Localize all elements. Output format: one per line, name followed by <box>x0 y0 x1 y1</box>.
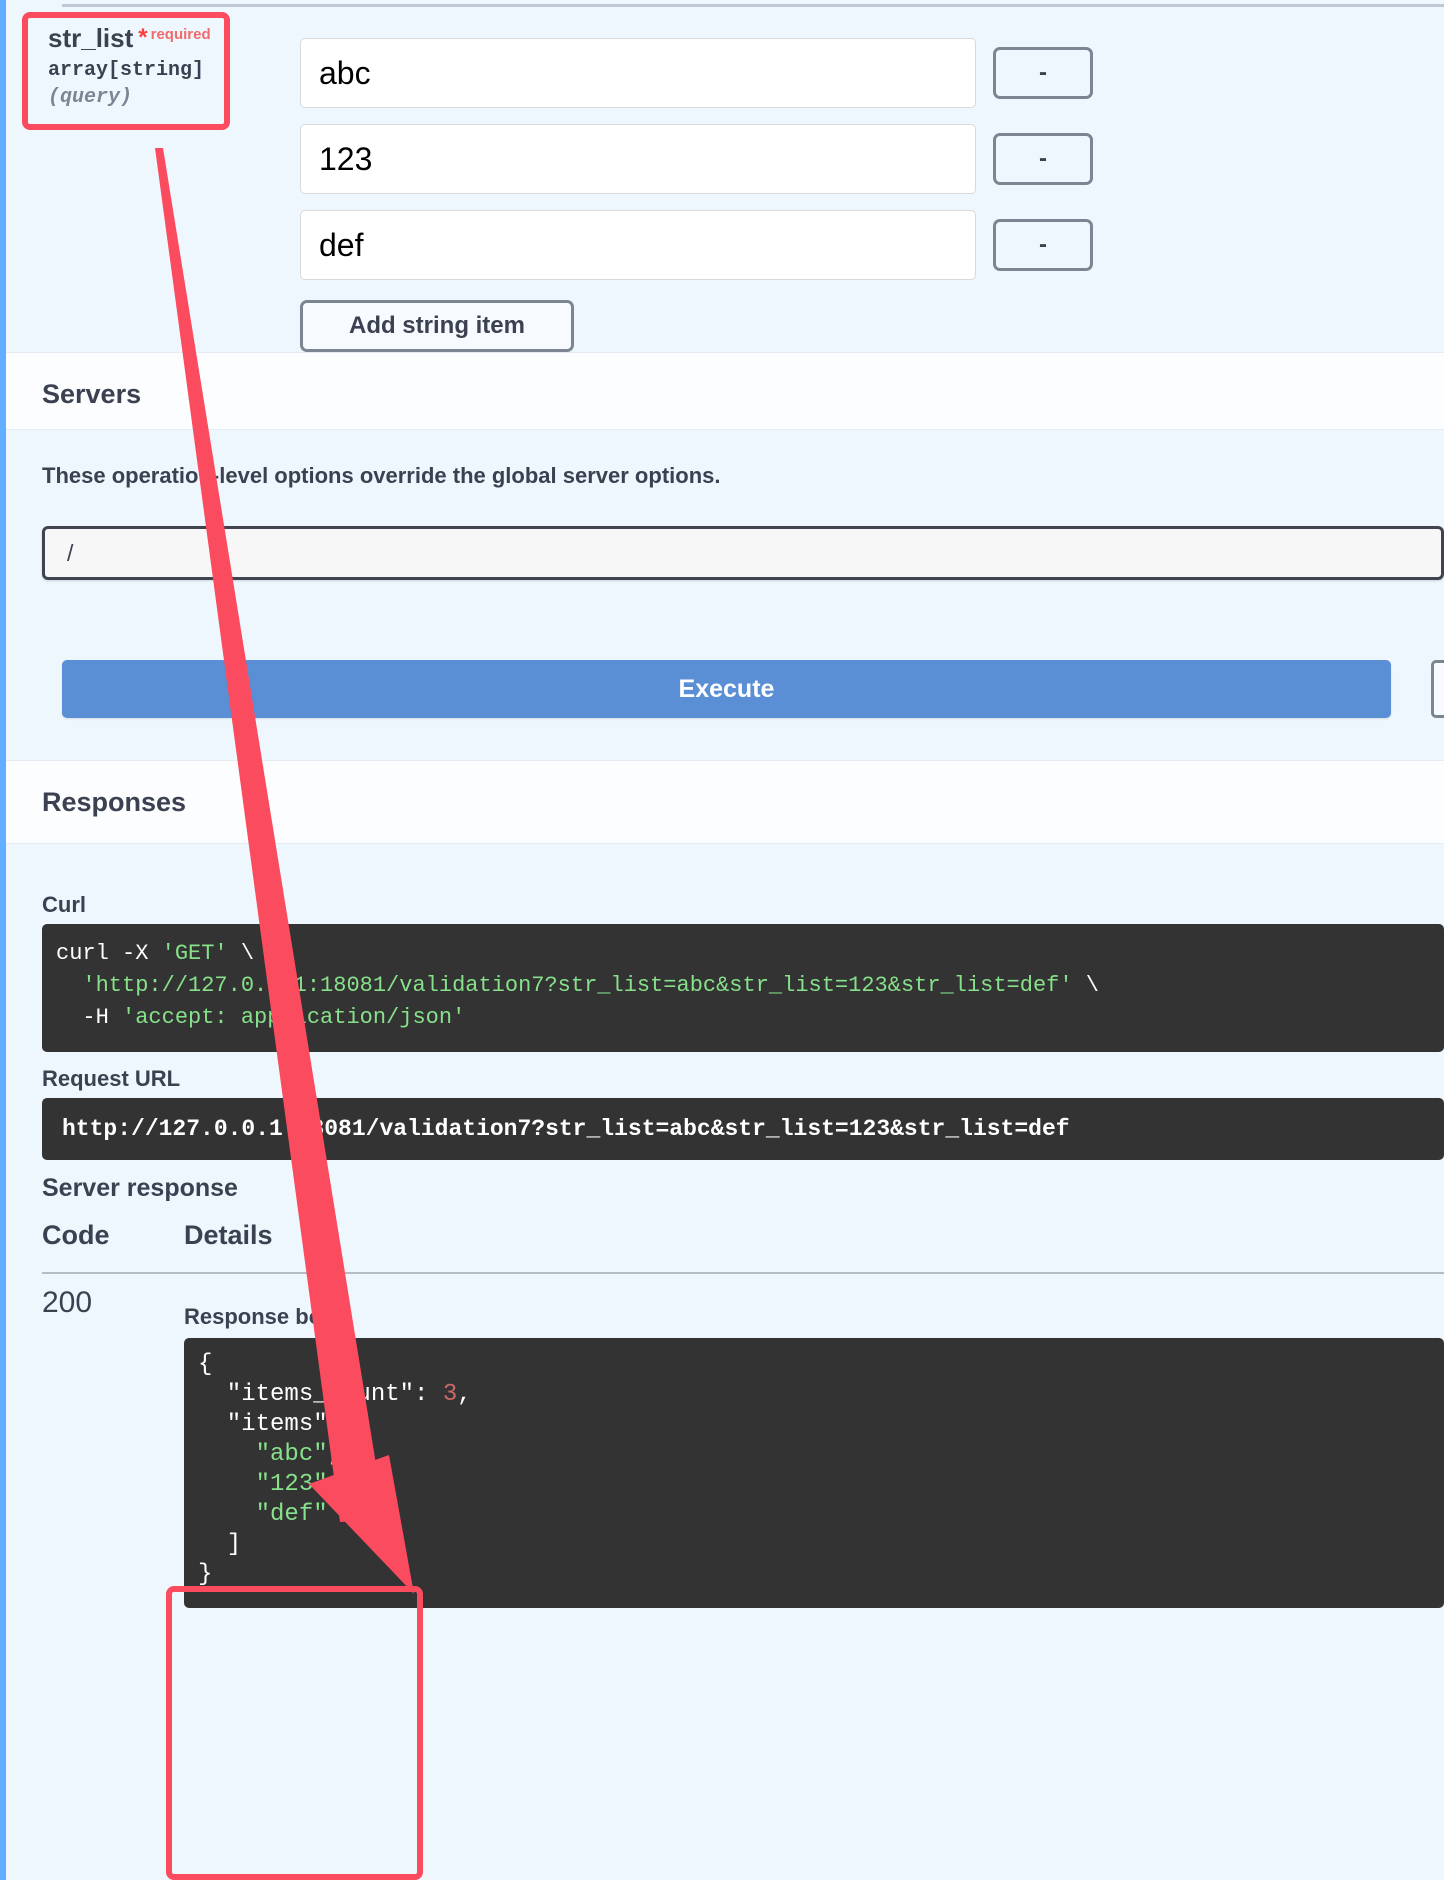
servers-section-body: These operation-level options override t… <box>6 430 1444 630</box>
add-string-item-button[interactable]: Add string item <box>300 300 574 352</box>
curl-url: 'http://127.0.0.1:18081/validation7?str_… <box>82 973 1072 998</box>
array-item-input-1[interactable] <box>300 124 976 194</box>
response-table-rule <box>42 1272 1444 1274</box>
execute-button[interactable]: Execute <box>62 660 1391 718</box>
request-url-label: Request URL <box>42 1066 180 1092</box>
json-line-1-comma: , <box>457 1381 471 1408</box>
execute-area: Execute Clear <box>6 630 1444 760</box>
array-item-row: - <box>300 124 1400 194</box>
array-item-input-2[interactable] <box>300 210 976 280</box>
curl-header-flag: -H <box>56 1005 122 1030</box>
curl-line2-continuation: \ <box>1073 973 1099 998</box>
clear-button[interactable]: Clear <box>1431 660 1444 718</box>
servers-note: These operation-level options override t… <box>42 463 720 489</box>
parameter-type: array[string] <box>48 59 224 82</box>
json-line-6: ] <box>198 1531 241 1558</box>
remove-item-button-2[interactable]: - <box>993 219 1093 271</box>
json-line-0: { <box>198 1351 212 1378</box>
request-url-value[interactable]: http://127.0.0.1:18081/validation7?str_l… <box>42 1098 1444 1160</box>
parameter-location: (query) <box>48 86 224 109</box>
array-item-input-0[interactable] <box>300 38 976 108</box>
column-header-code: Code <box>42 1220 110 1251</box>
parameter-name-cell: str_list*required array[string] (query) <box>36 18 236 119</box>
server-url-select[interactable]: / <box>42 526 1444 580</box>
array-item-row: - <box>300 210 1400 280</box>
json-line-7: } <box>198 1561 212 1588</box>
json-items-count-value: 3 <box>443 1381 457 1408</box>
curl-code-block[interactable]: curl -X 'GET' \ 'http://127.0.0.1:18081/… <box>42 924 1444 1052</box>
required-label: required <box>151 26 211 43</box>
curl-label: Curl <box>42 892 86 918</box>
curl-line1-continuation: \ <box>228 941 254 966</box>
responses-section-body: Curl curl -X 'GET' \ 'http://127.0.0.1:1… <box>6 844 1444 1880</box>
curl-method: 'GET' <box>162 941 228 966</box>
servers-section-header: Servers <box>6 352 1444 430</box>
responses-title: Responses <box>6 761 1444 818</box>
parameter-name: str_list <box>48 24 133 53</box>
required-star-icon: * <box>138 24 147 51</box>
curl-command: curl -X <box>56 941 162 966</box>
servers-title: Servers <box>6 353 1444 410</box>
array-item-list: - - - Add string item <box>300 38 1400 352</box>
response-body-label: Response body <box>184 1304 348 1330</box>
json-line-1: "items_count": <box>198 1381 443 1408</box>
json-line-5: "def" <box>198 1501 328 1528</box>
response-body-code-block[interactable]: { "items_count": 3, "items": [ "abc", "1… <box>184 1338 1444 1608</box>
operation-panel: str_list*required array[string] (query) … <box>0 0 1444 1880</box>
remove-item-button-0[interactable]: - <box>993 47 1093 99</box>
json-line-3: "abc", <box>198 1441 342 1468</box>
column-header-details: Details <box>184 1220 273 1251</box>
parameters-row: str_list*required array[string] (query) … <box>6 10 1444 350</box>
json-line-4: "123", <box>198 1471 342 1498</box>
curl-header-value: 'accept: application/json' <box>122 1005 465 1030</box>
json-line-2: "items": [ <box>198 1411 371 1438</box>
array-item-row: - <box>300 38 1400 108</box>
remove-item-button-1[interactable]: - <box>993 133 1093 185</box>
responses-section-header: Responses <box>6 760 1444 844</box>
server-response-label: Server response <box>42 1174 238 1203</box>
response-status-code: 200 <box>42 1286 92 1320</box>
parameters-table-rule <box>62 4 1444 7</box>
